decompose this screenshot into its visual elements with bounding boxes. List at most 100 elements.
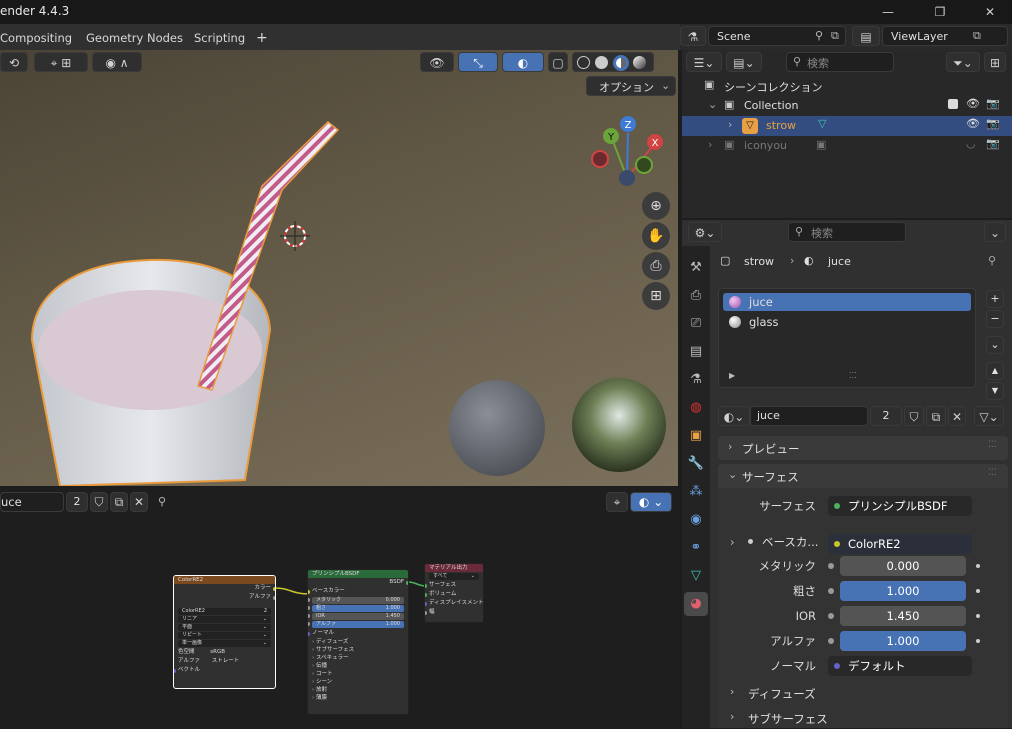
properties-search[interactable]: ⚲ 検索 [788,222,906,242]
chevron-right-icon[interactable]: › [728,118,732,131]
eye-closed-icon[interactable]: ◡ [966,137,976,150]
bsdf-subpanel[interactable]: › サブサーフェス [308,646,408,654]
viewlayer-icon[interactable]: ▤ [852,26,880,46]
constraints-icon[interactable]: ⚭ [684,536,708,560]
camera-icon[interactable]: 📷 [986,117,1000,130]
new-scene-icon[interactable]: ⧉ [831,29,839,43]
bsdf-field[interactable]: IOR 1.450 [308,613,404,620]
preview-panel-header[interactable]: › プレビュー ⁚⁚⁚ [718,436,1008,460]
surface-subpanel[interactable]: › ディフューズ [718,682,1008,704]
projection-select[interactable]: 平面 ⌄ [178,624,271,631]
slot-specials-button[interactable]: ⌄ [986,336,1004,354]
property-slider[interactable]: 1.000 [840,631,966,651]
property-slider[interactable]: 1.000 [840,581,966,601]
pan-hand-icon[interactable]: ✋ [642,222,670,250]
filter-view-icon[interactable]: ▤⌄ [726,52,762,72]
eye-icon[interactable]: 👁 [966,117,980,130]
tab-compositing[interactable]: Compositing [0,28,72,48]
material-name-field[interactable]: juce [750,406,868,426]
material-browse-icon[interactable]: ◐⌄ [718,406,750,426]
add-slot-button[interactable]: + [986,290,1004,308]
data-icon[interactable]: ▽ [684,564,708,588]
particles-icon[interactable]: ⁂ [684,480,708,504]
chevron-right-icon[interactable]: › [708,138,712,151]
image-texture-node[interactable]: ColorRE2 カラー アルファ ColorRE2 2 リニア ⌄ 平面 ⌄ リピー… [173,575,276,689]
bsdf-subpanel[interactable]: › スペキュラー [308,654,408,662]
alpha-mode-row[interactable]: アルファ ストレート [174,657,275,666]
3d-viewport[interactable]: ⟲ ⌖ ⊞ ◉ ∧ 👁 ⤡ ◐ ▢ オプション ⌄ Z X Y ⊕ ✋ ⎙ ⊞ [0,50,678,486]
base-color-link[interactable]: ColorRE2 [828,534,972,554]
chevron-right-icon[interactable]: › [730,535,735,549]
shader-node-editor[interactable]: uce 2 ⛉ ⧉ ✕ ⚲ ⌖ ◐ ⌄ ColorRE2 カラー アルファ Co… [0,488,678,728]
bsdf-subpanel[interactable]: › ディフューズ [308,638,408,646]
keyframe-dot-icon[interactable] [976,589,980,593]
tab-geometry-nodes[interactable]: Geometry Nodes [86,28,183,48]
bsdf-subpanel[interactable]: › 放射 [308,686,408,694]
material-slot[interactable]: glass [723,313,971,331]
options-chevron[interactable]: ⌄ [984,222,1006,242]
pin-icon[interactable]: ⚲ [988,254,996,267]
surface-shader-select[interactable]: プリンシプルBSDF [828,496,972,516]
object-icon[interactable]: ▣ [684,424,708,448]
principled-bsdf-node[interactable]: プリンシプルBSDF BSDF ベースカラー メタリック 0.000 粗さ 1.000… [307,569,409,715]
new-collection-icon[interactable]: ⊞ [984,52,1006,72]
duplicate-icon[interactable]: ⧉ [926,406,946,426]
output-icon[interactable]: ⎚ [684,312,708,336]
material-slot[interactable]: juce [723,293,971,311]
source-select[interactable]: 単一画像 ⌄ [178,640,271,647]
tab-scripting[interactable]: Scripting [194,28,245,48]
outliner-row-strow[interactable]: › ▽ strow ▽ 👁 📷 [682,116,1012,136]
eye-icon[interactable]: 👁 [966,97,980,110]
filter-icon[interactable]: ⏷⌄ [946,52,980,72]
mesh-data-icon[interactable]: ▽ [818,117,826,130]
keyframe-dot-icon[interactable] [976,564,980,568]
image-selector[interactable]: ColorRE2 2 [178,608,271,615]
surface-panel-header[interactable]: ⌄ サーフェス ⁚⁚⁚ [718,464,1008,488]
keyframe-dot-icon[interactable] [976,614,980,618]
expand-triangle-icon[interactable]: ▶ [729,371,735,380]
material-icon[interactable]: ◕ [684,592,708,616]
new-viewlayer-icon[interactable]: ⧉ [973,29,981,43]
camera-icon[interactable]: 📷 [986,97,1000,110]
bsdf-field[interactable]: 粗さ 1.000 [308,605,404,612]
world-icon[interactable]: ◍ [684,396,708,420]
property-slider[interactable]: 0.000 [840,556,966,576]
outliner-row-collection[interactable]: ⌄ ▣ Collection 👁 📷 [682,96,1012,116]
scene-collection-row[interactable]: ▣ シーンコレクション [682,76,1012,96]
surface-subpanel[interactable]: › サブサーフェス [718,707,1008,729]
bsdf-field[interactable]: アルファ 1.000 [308,621,404,628]
scene-icon[interactable]: ⚗ [684,368,708,392]
render-icon[interactable]: ⎙ [684,284,708,308]
perspective-grid-icon[interactable]: ⊞ [642,282,670,310]
pin-icon[interactable]: ⚲ [815,29,823,42]
checkbox-icon[interactable] [948,99,958,109]
drag-handle-icon[interactable]: ⁚⁚⁚ [988,468,997,478]
viewlayer-field[interactable]: ViewLayer ⧉ [882,26,1008,46]
tool-icon[interactable]: ⚒ [684,256,708,280]
physics-icon[interactable]: ◉ [684,508,708,532]
bsdf-subpanel[interactable]: › 薄膜 [308,694,408,702]
keyframe-dot-icon[interactable] [976,639,980,643]
scene-icon[interactable]: ⚗ [680,26,706,46]
chevron-down-icon[interactable]: ⌄ [708,98,717,111]
outliner-search[interactable]: ⚲ 検索 [786,52,894,72]
camera-view-icon[interactable]: ⎙ [642,252,670,280]
view-layer-icon[interactable]: ▤ [684,340,708,364]
interpolation-select[interactable]: リニア ⌄ [178,616,271,623]
material-slot-list[interactable]: juce glass ▶ ⁚⁚⁚ [718,288,976,388]
bsdf-subpanel[interactable]: › 伝播 [308,662,408,670]
drag-handle-icon[interactable]: ⁚⁚⁚ [988,440,997,450]
normal-select[interactable]: デフォルト [828,656,972,676]
material-output-node[interactable]: マテリアル出力 すべて ⌄ サーフェス ボリューム ディスプレイスメント幅 [424,563,484,623]
zoom-icon[interactable]: ⊕ [642,192,670,220]
link-type-icon[interactable]: ▽⌄ [974,406,1004,426]
unlink-icon[interactable]: ✕ [948,406,966,426]
bsdf-subpanel[interactable]: › コート [308,670,408,678]
bsdf-field[interactable]: メタリック 0.000 [308,597,404,604]
extension-select[interactable]: リピート ⌄ [178,632,271,639]
resize-grip-icon[interactable]: ⁚⁚⁚ [849,371,857,380]
remove-slot-button[interactable]: − [986,310,1004,328]
modifier-icon[interactable]: 🔧 [684,452,708,476]
outliner-row-iconyou[interactable]: › ▣ iconyou ▣ ◡ 📷 [682,136,1012,156]
add-workspace-button[interactable]: + [256,28,268,48]
